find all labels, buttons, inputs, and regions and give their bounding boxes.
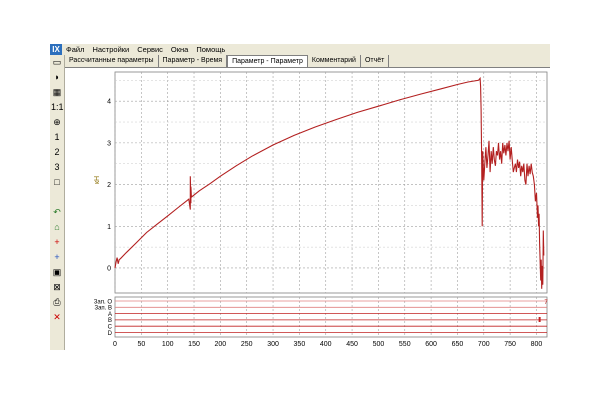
y-tick-label: 0 <box>107 265 111 272</box>
menu-bar: IX Файл Настройки Сервис Окна Помощь <box>50 44 550 55</box>
vertical-toolbar: ▭ ◗ ▦ 1:1 ⊕ 1 2 3 □ ↶ ⌂ + + ▣ ⊠ ⎙ ✕ <box>50 55 65 350</box>
y-tick-label: 1 <box>107 224 111 231</box>
x-tick-label: 50 <box>137 341 145 348</box>
x-tick-label: 100 <box>162 341 174 348</box>
home-icon[interactable]: ⌂ <box>51 221 63 233</box>
zoom-icon[interactable]: ⊕ <box>51 116 63 128</box>
y-tick-label: 3 <box>107 140 111 147</box>
open-icon[interactable]: ◗ <box>51 71 63 83</box>
tab-calculated-parameters[interactable]: Рассчитанные параметры <box>65 55 159 67</box>
add-point-icon[interactable]: + <box>51 236 63 248</box>
x-tick-label: 200 <box>215 341 227 348</box>
x-tick-label: 350 <box>294 341 306 348</box>
menu-item-help[interactable]: Помощь <box>192 44 229 55</box>
export-icon[interactable]: ▣ <box>51 266 63 278</box>
x-tick-label: 750 <box>504 341 516 348</box>
step-2-icon[interactable]: 2 <box>51 146 63 158</box>
force-chart[interactable]: Зап. ОЗап. ВАВСD7 0 50 100 150 200 250 300 350 4… <box>65 68 550 350</box>
channel-label: Зап. В <box>94 306 112 312</box>
step-1-icon[interactable]: 1 <box>51 131 63 143</box>
one-to-one-icon[interactable]: 1:1 <box>51 101 64 113</box>
x-tick-label: 700 <box>478 341 490 348</box>
x-tick-label: 250 <box>241 341 253 348</box>
app-icon: IX <box>50 44 62 55</box>
channel-label: С <box>108 325 113 331</box>
menu-item-windows[interactable]: Окна <box>167 44 192 55</box>
x-tick-label: 650 <box>452 341 464 348</box>
x-tick-label: 600 <box>425 341 437 348</box>
y-tick-label: 4 <box>107 99 111 106</box>
chart-icon[interactable]: ▦ <box>51 86 63 98</box>
x-tick-label: 450 <box>346 341 358 348</box>
menu-item-service[interactable]: Сервис <box>133 44 167 55</box>
x-tick-label: 0 <box>113 341 117 348</box>
axes-icon[interactable]: ⊠ <box>51 281 63 293</box>
step-3-icon[interactable]: 3 <box>51 161 63 173</box>
channel-marker <box>538 317 541 322</box>
add-point-alt-icon[interactable]: + <box>51 251 63 263</box>
channel-label: В <box>108 318 112 324</box>
tab-comment[interactable]: Комментарий <box>308 55 361 67</box>
application-window: IX Файл Настройки Сервис Окна Помощь ▭ ◗ ▦… <box>50 44 550 350</box>
blank-icon[interactable] <box>51 191 63 203</box>
tab-parameter-time[interactable]: Параметр - Время <box>159 55 228 67</box>
y-tick-label: 2 <box>107 182 111 189</box>
x-tick-label: 500 <box>373 341 385 348</box>
tab-bar: Рассчитанные параметры Параметр - Время … <box>65 55 550 68</box>
frame-icon[interactable]: □ <box>51 176 63 188</box>
delete-icon[interactable]: ✕ <box>51 311 63 323</box>
channel-plot-frame <box>114 296 548 338</box>
channel-label: Зап. О <box>94 299 113 305</box>
channel-label: D <box>108 331 113 337</box>
menu-item-settings[interactable]: Настройки <box>88 44 133 55</box>
x-tick-label: 550 <box>399 341 411 348</box>
x-tick-label: 300 <box>267 341 279 348</box>
menu-item-file[interactable]: Файл <box>62 44 88 55</box>
channel-label: А <box>108 312 112 318</box>
y-axis-label: кН <box>94 176 101 184</box>
tab-report[interactable]: Отчёт <box>361 55 390 67</box>
print-icon[interactable]: ⎙ <box>51 296 63 308</box>
x-tick-label: 400 <box>320 341 332 348</box>
tab-parameter-parameter[interactable]: Параметр - Параметр <box>227 55 308 67</box>
plot-area: Зап. О Зап. ВАВСD7 0 50 100 150 200 250 300 350 4… <box>65 68 550 350</box>
undo-icon[interactable]: ↶ <box>51 206 63 218</box>
x-tick-label: 800 <box>531 341 543 348</box>
x-tick-label: 150 <box>188 341 200 348</box>
new-document-icon[interactable]: ▭ <box>51 56 63 68</box>
